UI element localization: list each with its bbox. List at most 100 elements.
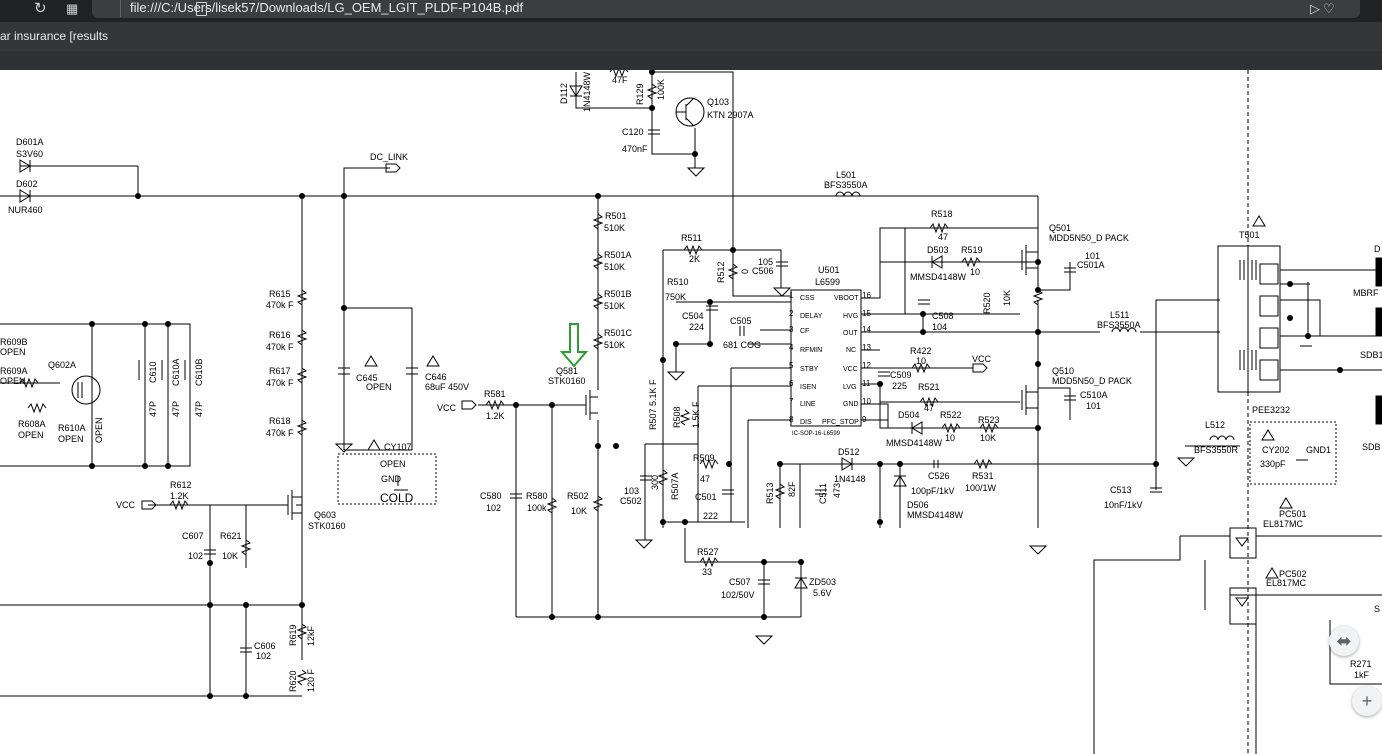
svg-text:BFS3550R: BFS3550R bbox=[1194, 445, 1239, 455]
svg-text:470k F: 470k F bbox=[266, 428, 294, 438]
browser-toolbar: ↻ ▦ file:///C:/Users/lisek57/Downloads/L… bbox=[0, 0, 1382, 22]
svg-text:C511: C511 bbox=[818, 483, 828, 504]
svg-text:R527: R527 bbox=[697, 547, 719, 557]
svg-text:MMSD4148W: MMSD4148W bbox=[907, 510, 964, 520]
svg-text:T501: T501 bbox=[1239, 230, 1260, 240]
svg-text:47P: 47P bbox=[148, 401, 158, 417]
fit-page-button[interactable]: ⬌ bbox=[1329, 626, 1359, 656]
url-text[interactable]: file:///C:/Users/lisek57/Downloads/LG_OE… bbox=[130, 0, 523, 16]
schematic-drawing: D601A S3V60 D602 NUR460 DC_LINK R615470k… bbox=[0, 66, 1382, 754]
svg-text:10K: 10K bbox=[571, 506, 587, 516]
component-symbols bbox=[19, 66, 1382, 686]
svg-text:PC501: PC501 bbox=[1279, 509, 1307, 519]
svg-text:C508: C508 bbox=[932, 311, 954, 321]
svg-text:EL817MC: EL817MC bbox=[1263, 519, 1304, 529]
grid-icon[interactable]: ▦ bbox=[66, 0, 78, 18]
svg-text:L501: L501 bbox=[836, 170, 856, 180]
svg-text:DELAY: DELAY bbox=[800, 313, 823, 320]
svg-text:13: 13 bbox=[862, 343, 871, 352]
svg-text:R581: R581 bbox=[484, 389, 506, 399]
svg-text:VCC: VCC bbox=[437, 403, 457, 413]
svg-text:D512: D512 bbox=[838, 447, 860, 457]
svg-text:15: 15 bbox=[862, 309, 871, 318]
svg-text:R531: R531 bbox=[972, 471, 994, 481]
svg-text:R502: R502 bbox=[567, 491, 589, 501]
svg-text:5.6V: 5.6V bbox=[813, 588, 832, 598]
svg-text:10K: 10K bbox=[980, 433, 996, 443]
svg-text:GND1: GND1 bbox=[1306, 445, 1331, 455]
svg-text:47: 47 bbox=[700, 474, 710, 484]
svg-text:R513: R513 bbox=[765, 482, 775, 504]
svg-text:OPEN: OPEN bbox=[380, 459, 406, 469]
svg-text:D: D bbox=[1374, 244, 1381, 254]
svg-text:EL817MC: EL817MC bbox=[1266, 578, 1307, 588]
svg-text:KTN 2907A: KTN 2907A bbox=[707, 110, 754, 120]
zoom-in-button[interactable]: + bbox=[1352, 686, 1382, 716]
svg-text:R511: R511 bbox=[681, 233, 702, 243]
svg-text:16: 16 bbox=[862, 291, 871, 300]
svg-text:103: 103 bbox=[624, 486, 639, 496]
svg-text:750K: 750K bbox=[665, 292, 686, 302]
svg-text:MBRF: MBRF bbox=[1353, 288, 1379, 298]
svg-text:C505: C505 bbox=[730, 316, 752, 326]
svg-text:510K: 510K bbox=[604, 340, 625, 350]
pdf-page[interactable]: D601A S3V60 D602 NUR460 DC_LINK R615 470k… bbox=[0, 66, 1382, 754]
svg-text:10: 10 bbox=[970, 267, 980, 277]
svg-text:CY107: CY107 bbox=[384, 442, 412, 452]
svg-text:MMSD4148W: MMSD4148W bbox=[886, 438, 943, 448]
svg-text:1kF: 1kF bbox=[1354, 670, 1370, 680]
svg-text:Q581: Q581 bbox=[556, 366, 578, 376]
svg-text:102: 102 bbox=[486, 503, 501, 513]
svg-text:R507: R507 bbox=[648, 408, 658, 430]
svg-text:OPEN: OPEN bbox=[0, 347, 26, 357]
svg-text:102: 102 bbox=[256, 651, 271, 661]
svg-text:R618: R618 bbox=[269, 416, 291, 426]
svg-text:R608A: R608A bbox=[18, 419, 46, 429]
svg-text:C509: C509 bbox=[890, 370, 912, 380]
svg-text:R616: R616 bbox=[269, 330, 291, 340]
bookmark-item[interactable]: ar insurance [results bbox=[0, 29, 108, 43]
svg-text:CF: CF bbox=[800, 328, 809, 335]
svg-text:10K: 10K bbox=[1002, 290, 1012, 306]
svg-text:R615: R615 bbox=[269, 289, 291, 299]
svg-text:COLD: COLD bbox=[380, 491, 414, 505]
svg-text:Q510: Q510 bbox=[1052, 366, 1074, 376]
svg-text:0: 0 bbox=[740, 269, 750, 274]
svg-text:11: 11 bbox=[862, 379, 871, 388]
share-icon[interactable]: ▷ bbox=[1310, 1, 1323, 16]
svg-text:Q501: Q501 bbox=[1049, 223, 1071, 233]
svg-text:C501A: C501A bbox=[1077, 260, 1105, 270]
svg-text:VCC: VCC bbox=[972, 354, 992, 364]
svg-text:10nF/1kV: 10nF/1kV bbox=[1104, 500, 1143, 510]
svg-text:C501: C501 bbox=[695, 492, 717, 502]
svg-text:C513: C513 bbox=[1110, 485, 1132, 495]
svg-text:4: 4 bbox=[789, 343, 794, 352]
svg-text:104: 104 bbox=[932, 322, 947, 332]
toolbar-icons: ▷♡ bbox=[1310, 0, 1338, 17]
heart-icon[interactable]: ♡ bbox=[1323, 1, 1338, 16]
svg-text:C120: C120 bbox=[622, 127, 644, 137]
svg-text:681 COG: 681 COG bbox=[723, 340, 761, 350]
svg-text:C504: C504 bbox=[682, 311, 704, 321]
svg-text:D112: D112 bbox=[559, 83, 569, 104]
svg-text:1: 1 bbox=[789, 291, 794, 300]
svg-text:47: 47 bbox=[924, 403, 934, 413]
svg-text:8: 8 bbox=[789, 415, 794, 424]
svg-text:Q602A: Q602A bbox=[48, 360, 76, 370]
svg-text:R129: R129 bbox=[635, 83, 645, 105]
svg-text:101: 101 bbox=[1086, 401, 1101, 411]
svg-text:C610B: C610B bbox=[194, 358, 204, 386]
svg-text:10: 10 bbox=[945, 433, 955, 443]
labels: D601A S3V60 D602 NUR460 DC_LINK R615470k… bbox=[0, 71, 1382, 692]
svg-text:C510A: C510A bbox=[1080, 390, 1108, 400]
svg-text:473: 473 bbox=[832, 483, 842, 498]
svg-text:510K: 510K bbox=[604, 223, 625, 233]
svg-text:10K: 10K bbox=[222, 551, 238, 561]
svg-text:68uF 450V: 68uF 450V bbox=[425, 382, 469, 392]
svg-text:PFC_STOP: PFC_STOP bbox=[822, 419, 859, 426]
refresh-icon[interactable]: ↻ bbox=[34, 0, 47, 18]
svg-text:12kF: 12kF bbox=[306, 625, 316, 646]
svg-text:BFS3550A: BFS3550A bbox=[1097, 320, 1141, 330]
svg-text:L511: L511 bbox=[1110, 310, 1129, 320]
svg-text:470nF: 470nF bbox=[622, 144, 648, 154]
